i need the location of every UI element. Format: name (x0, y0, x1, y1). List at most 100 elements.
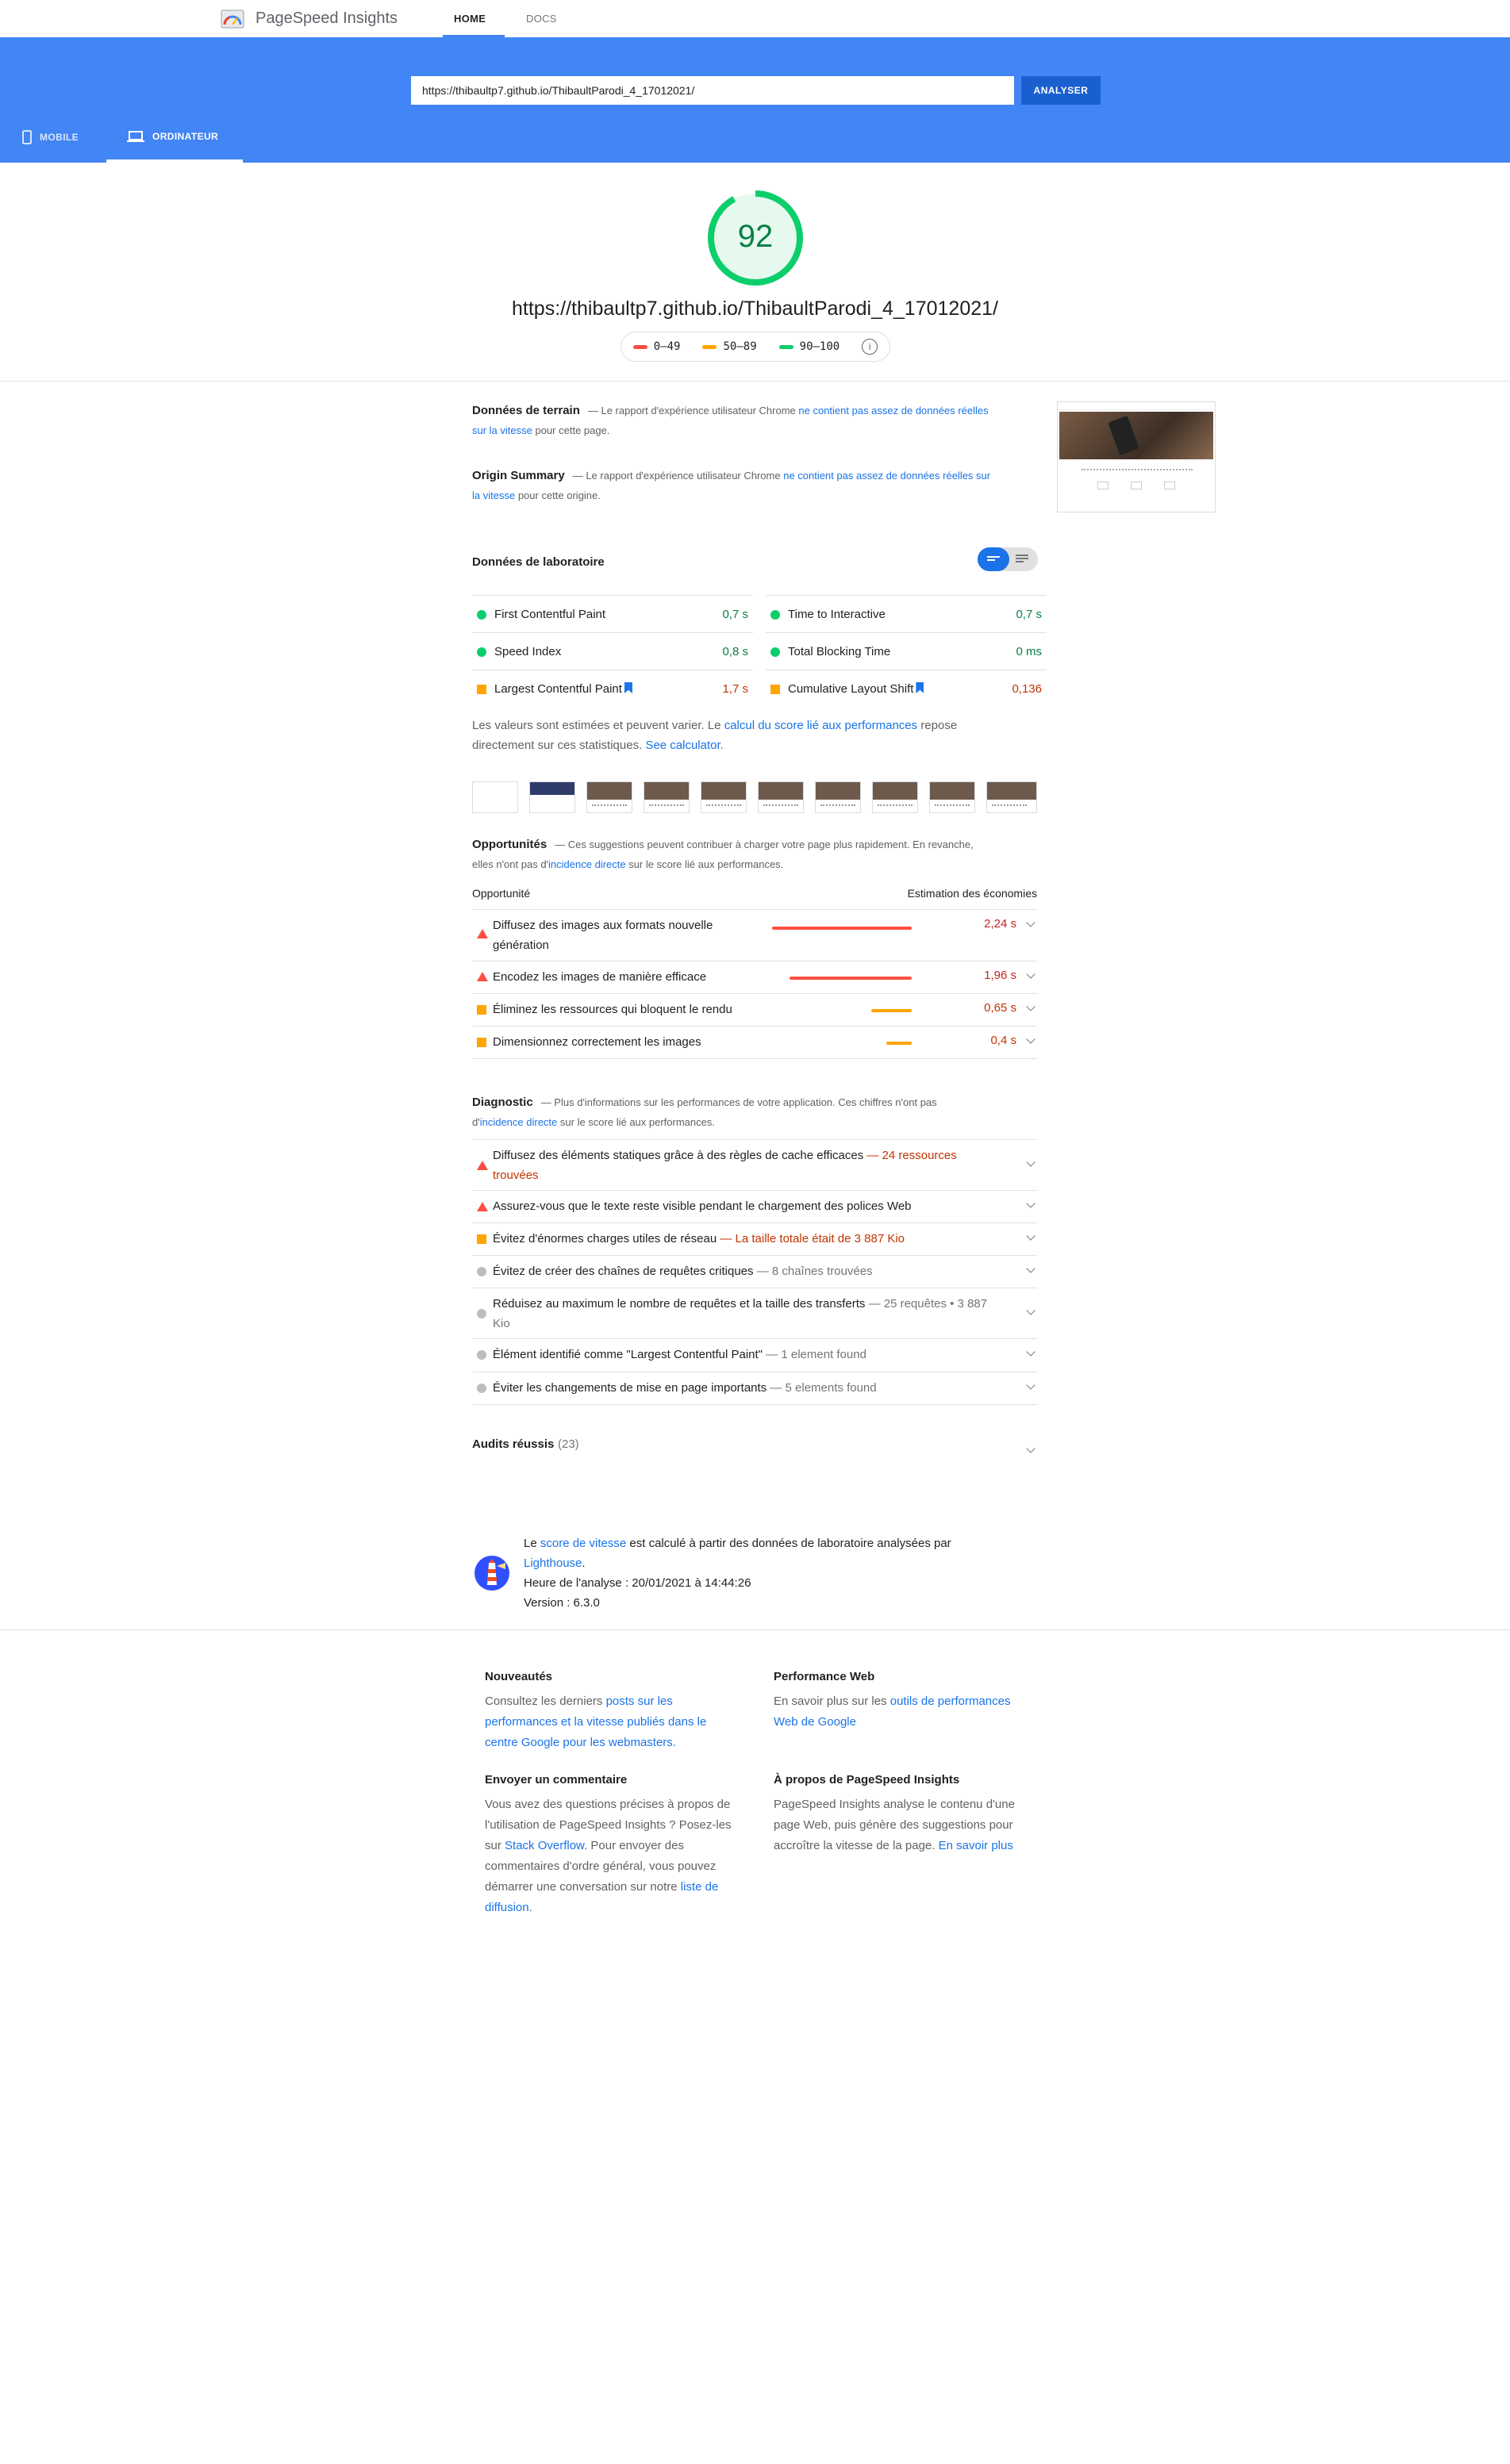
opportunity-row[interactable]: Encodez les images de manière efficace 1… (472, 961, 1037, 993)
chevron-down-icon[interactable] (1026, 1157, 1035, 1167)
learn-more-link[interactable]: En savoir plus (939, 1839, 1013, 1852)
score-calculation-link[interactable]: calcul du score lié aux performances (724, 719, 917, 732)
diagnostic-row[interactable]: Évitez de créer des chaînes de requêtes … (472, 1255, 1037, 1288)
tested-url: https://thibaultp7.github.io/ThibaultPar… (512, 297, 998, 320)
lighthouse-logo-icon (475, 1556, 509, 1591)
laptop-icon (127, 131, 144, 142)
tab-desktop[interactable]: ORDINATEUR (127, 130, 218, 163)
see-calculator-link[interactable]: See calculator. (645, 739, 723, 752)
opportunity-row[interactable]: Diffusez des images aux formats nouvelle… (472, 909, 1037, 961)
nav-tab-docs[interactable]: DOCS (526, 13, 557, 25)
footer-news: Nouveautés Consultez les derniers posts … (485, 1670, 707, 1749)
average-indicator-icon (477, 685, 486, 694)
passed-audits-title: Audits réussis (472, 1437, 555, 1451)
diagnostics-header: Diagnostic — Plus d'informations sur les … (472, 1096, 937, 1128)
chevron-down-icon[interactable] (1026, 1264, 1035, 1273)
average-indicator-icon (477, 1038, 486, 1047)
performance-score: 92 (737, 219, 774, 254)
footer-about: À propos de PageSpeed Insights PageSpeed… (774, 1773, 1015, 1852)
lighthouse-link[interactable]: Lighthouse (524, 1556, 582, 1570)
savings-bar (886, 1042, 912, 1045)
opportunities-header: Opportunités — Ces suggestions peuvent co… (472, 838, 974, 870)
chevron-down-icon[interactable] (1026, 969, 1035, 979)
filmstrip-frame (586, 781, 632, 813)
fail-indicator-icon (477, 1202, 488, 1211)
fail-indicator-icon (477, 929, 488, 938)
footer-performance: Performance Web En savoir plus sur les o… (774, 1670, 1011, 1729)
chevron-down-icon[interactable] (1026, 1002, 1035, 1011)
chevron-down-icon[interactable] (1026, 1034, 1035, 1044)
opportunity-row[interactable]: Éliminez les ressources qui bloquent le … (472, 993, 1037, 1026)
filmstrip (472, 781, 1037, 813)
savings-bar (790, 977, 912, 980)
info-indicator-icon (477, 1267, 486, 1276)
analyze-button[interactable]: ANALYSER (1021, 76, 1101, 105)
top-nav: PageSpeed Insights HOME DOCS (0, 0, 1510, 37)
nav-tab-home[interactable]: HOME (454, 13, 486, 25)
pagespeed-logo-icon[interactable] (221, 8, 244, 30)
diagnostic-row[interactable]: Évitez d'énormes charges utiles de résea… (472, 1222, 1037, 1255)
metric-cls: Cumulative Layout Shift 0,136 (766, 670, 1047, 707)
col-opportunity: Opportunité (472, 887, 531, 900)
legend-item-fail: 0–49 (632, 340, 680, 353)
diagnostic-row[interactable]: Réduisez au maximum le nombre de requête… (472, 1288, 1037, 1338)
metric-lcp: Largest Contentful Paint 1,7 s (472, 670, 753, 707)
metric-speed-index: Speed Index 0,8 s (472, 632, 753, 670)
filmstrip-frame (929, 781, 975, 813)
savings-bar (772, 927, 912, 930)
diagnostic-row[interactable]: Éviter les changements de mise en page i… (472, 1372, 1037, 1405)
opportunity-row[interactable]: Dimensionnez correctement les images 0,4… (472, 1026, 1037, 1059)
chevron-down-icon[interactable] (1026, 1231, 1035, 1241)
filmstrip-frame (701, 781, 747, 813)
diagnostic-row[interactable]: Diffusez des éléments statiques grâce à … (472, 1139, 1037, 1190)
field-data-section: Données de terrain — Le rapport d'expérie… (472, 404, 989, 436)
diagnostic-row[interactable]: Élément identifié comme "Largest Content… (472, 1338, 1037, 1372)
bookmark-icon[interactable] (916, 682, 924, 693)
brand-name[interactable]: PageSpeed Insights (256, 10, 398, 28)
average-indicator-icon (477, 1005, 486, 1015)
filmstrip-frame (815, 781, 861, 813)
url-input[interactable] (411, 76, 1014, 105)
metric-tti: Time to Interactive 0,7 s (766, 595, 1047, 632)
url-header: ANALYSER MOBILE ORDINATEUR (0, 37, 1510, 163)
final-screenshot (1057, 401, 1216, 512)
metric-tbt: Total Blocking Time 0 ms (766, 632, 1047, 670)
view-toggle-compact[interactable] (978, 547, 1009, 571)
info-indicator-icon (477, 1309, 486, 1318)
opportunities-title: Opportunités (472, 838, 548, 851)
fail-indicator-icon (477, 1161, 488, 1170)
bookmark-icon[interactable] (624, 682, 632, 693)
diagnostic-row[interactable]: Assurez-vous que le texte reste visible … (472, 1190, 1037, 1222)
filmstrip-frame (644, 781, 690, 813)
legend-item-pass: 90–100 (778, 340, 840, 353)
filmstrip-frame (472, 781, 518, 813)
chevron-down-icon[interactable] (1026, 1347, 1035, 1357)
speed-score-link[interactable]: score de vitesse (540, 1537, 626, 1550)
tab-desktop-label: ORDINATEUR (152, 131, 219, 142)
phone-icon (22, 130, 32, 144)
chevron-down-icon[interactable] (1026, 1199, 1035, 1208)
filmstrip-frame (986, 781, 1037, 813)
tab-mobile-label: MOBILE (40, 132, 79, 143)
chevron-down-icon[interactable] (1026, 1444, 1035, 1453)
lab-note: Les valeurs sont estimées et peuvent var… (472, 719, 958, 752)
savings-bar (871, 1009, 912, 1012)
fail-indicator-icon (477, 972, 488, 981)
footer: Nouveautés Consultez les derniers posts … (0, 1629, 1510, 2464)
pass-indicator-icon (770, 647, 780, 657)
footer-feedback: Envoyer un commentaire Vous avez des que… (485, 1773, 732, 1914)
direct-impact-link[interactable]: incidence directe (480, 1116, 558, 1128)
info-indicator-icon (477, 1384, 486, 1393)
tab-mobile[interactable]: MOBILE (22, 130, 79, 163)
info-icon[interactable]: i (862, 339, 878, 355)
chevron-down-icon[interactable] (1026, 1380, 1035, 1390)
detailed-view-icon[interactable] (1016, 555, 1032, 564)
origin-summary-section: Origin Summary — Le rapport d'expérience … (472, 469, 991, 501)
passed-audits-row[interactable]: Audits réussis (23) (472, 1428, 1037, 1468)
direct-impact-link[interactable]: incidence directe (548, 858, 626, 870)
chevron-down-icon[interactable] (1026, 1306, 1035, 1315)
metric-fcp: First Contentful Paint 0,7 s (472, 595, 753, 632)
stack-overflow-link[interactable]: Stack Overflow (505, 1839, 584, 1852)
chevron-down-icon[interactable] (1026, 918, 1035, 927)
lighthouse-credit: Le score de vitesse est calculé à partir… (524, 1533, 1016, 1613)
